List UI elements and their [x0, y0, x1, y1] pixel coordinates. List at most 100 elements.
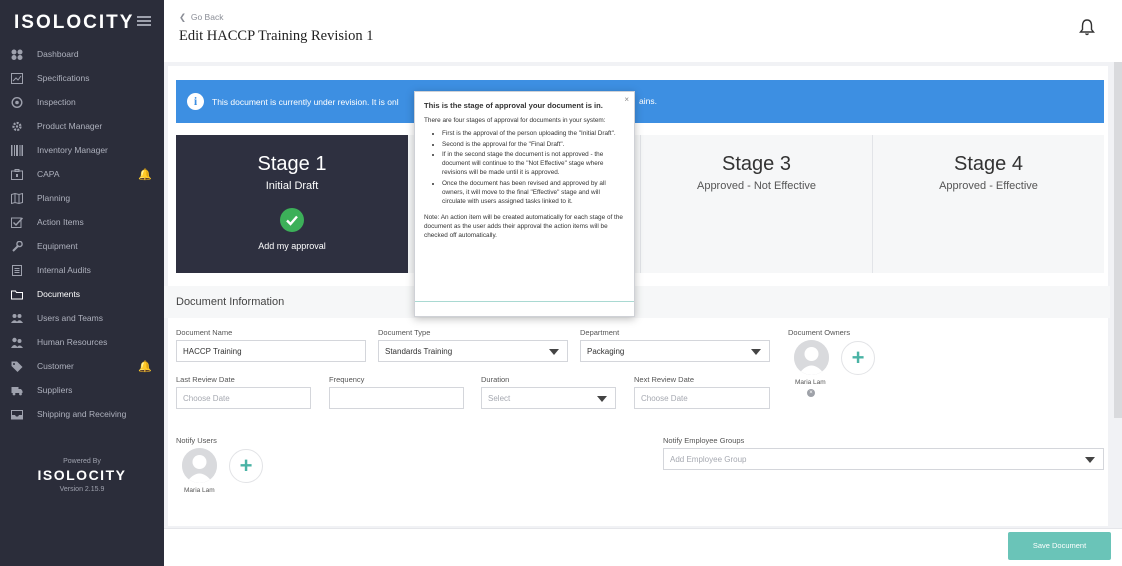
users-icon [11, 313, 23, 324]
stage-1-card: Stage 1 Initial Draft Add my approval [176, 135, 408, 273]
add-approval-button[interactable]: Add my approval [176, 241, 408, 251]
sidebar-item-label: Dashboard [37, 49, 79, 59]
truck-icon [11, 385, 23, 396]
stage-title: Stage 3 [722, 153, 791, 175]
stage-subtitle: Initial Draft [265, 180, 319, 192]
sidebar-item-label: Customer [37, 361, 74, 371]
sidebar-item-capa[interactable]: CAPA 🔔 [0, 162, 164, 186]
sidebar-item-product-manager[interactable]: Product Manager [0, 114, 164, 138]
list-item: First is the approval of the person uplo… [442, 129, 625, 138]
frequency-input[interactable] [329, 387, 464, 409]
chevron-down-icon [751, 349, 761, 355]
powered-by-logo: ISOLOCITY [37, 467, 127, 483]
go-back-link[interactable]: ❮ Go Back [179, 12, 223, 23]
sidebar-item-dashboard[interactable]: Dashboard [0, 42, 164, 66]
stage-subtitle: Approved - Not Effective [696, 180, 817, 192]
department-select[interactable]: Packaging [580, 340, 770, 362]
tag-icon [11, 361, 23, 372]
stage-subtitle: Approved - Effective [939, 180, 1038, 192]
go-back-label: Go Back [190, 12, 224, 22]
info-icon: i [187, 93, 204, 110]
sidebar-item-users-and-teams[interactable]: Users and Teams [0, 306, 164, 330]
sidebar-item-suppliers[interactable]: Suppliers [0, 378, 164, 402]
approval-stage-popover: × This is the stage of approval your doc… [414, 91, 635, 317]
capa-icon [11, 168, 23, 180]
inbox-icon [11, 409, 23, 420]
sidebar-item-customer[interactable]: Customer 🔔 [0, 354, 164, 378]
powered-by-label: Powered By [63, 458, 101, 465]
sidebar-item-label: Inspection [37, 97, 76, 107]
popover-list: First is the approval of the person uplo… [442, 129, 625, 206]
specifications-icon [11, 72, 23, 84]
alert-bell-icon: 🔔 [138, 361, 152, 373]
duration-select[interactable]: Select [481, 387, 616, 409]
document-icon [11, 264, 23, 276]
sidebar-item-documents[interactable]: Documents [0, 282, 164, 306]
alert-bell-icon: 🔔 [138, 169, 152, 181]
chevron-down-icon [597, 396, 607, 402]
sidebar-item-planning[interactable]: Planning [0, 186, 164, 210]
sidebar-item-label: Internal Audits [37, 265, 91, 275]
department-label: Department [580, 328, 620, 337]
chevron-down-icon [1085, 457, 1095, 463]
notify-user-name: Maria Lam [184, 487, 215, 494]
add-notify-user-button[interactable]: + [229, 449, 263, 483]
dashboard-icon [11, 49, 23, 60]
department-value: Packaging [587, 347, 625, 356]
chevron-left-icon: ❮ [179, 12, 187, 22]
banner-text: This document is currently under revisio… [212, 96, 399, 107]
sidebar-item-label: Users and Teams [37, 313, 103, 323]
stage-4-card: Stage 4 Approved - Effective [872, 135, 1104, 273]
checkbox-icon [11, 217, 24, 228]
save-document-button[interactable]: Save Document [1008, 532, 1111, 560]
page-footer [164, 528, 1122, 566]
popover-intro: There are four stages of approval for do… [424, 117, 606, 124]
approval-stages: Stage 1 Initial Draft Add my approval St… [176, 135, 1104, 273]
notifications-bell-icon[interactable] [1078, 18, 1096, 36]
check-circle-icon[interactable] [280, 208, 304, 232]
sidebar-item-inventory-manager[interactable]: Inventory Manager [0, 138, 164, 162]
notify-users-label: Notify Users [176, 436, 217, 445]
sidebar-item-label: Specifications [37, 73, 90, 83]
gear-icon [11, 121, 23, 132]
document-name-input[interactable]: HACCP Training [176, 340, 366, 362]
scrollbar[interactable] [1114, 62, 1122, 418]
sidebar-item-human-resources[interactable]: Human Resources [0, 330, 164, 354]
sidebar: ISOLOCITY Dashboard Specifications Inspe… [0, 0, 164, 566]
chevron-down-icon [549, 349, 559, 355]
human-resources-icon [11, 337, 23, 348]
list-item: If in the second stage the document is n… [442, 150, 625, 178]
sidebar-item-label: Action Items [37, 217, 84, 227]
popover-title: This is the stage of approval your docum… [424, 101, 603, 110]
sidebar-item-action-items[interactable]: Action Items [0, 210, 164, 234]
remove-owner-icon[interactable]: × [807, 389, 815, 397]
sidebar-item-specifications[interactable]: Specifications [0, 66, 164, 90]
inspection-icon [11, 96, 23, 108]
powered-by: Powered By ISOLOCITY Version 2.15.9 [0, 458, 164, 493]
sidebar-nav: Dashboard Specifications Inspection Prod… [0, 42, 164, 426]
folder-icon [11, 289, 23, 300]
last-review-date-input[interactable]: Choose Date [176, 387, 311, 409]
add-owner-button[interactable]: + [841, 341, 875, 375]
sidebar-item-label: Product Manager [37, 121, 103, 131]
next-review-date-input[interactable]: Choose Date [634, 387, 770, 409]
page-header: ❮ Go Back Edit HACCP Training Revision 1 [164, 0, 1122, 62]
sidebar-item-inspection[interactable]: Inspection [0, 90, 164, 114]
sidebar-item-internal-audits[interactable]: Internal Audits [0, 258, 164, 282]
app-logo[interactable]: ISOLOCITY [14, 12, 134, 34]
avatar [794, 340, 829, 375]
close-icon[interactable]: × [624, 94, 629, 106]
document-type-select[interactable]: Standards Training [378, 340, 568, 362]
sidebar-item-label: CAPA [37, 169, 60, 179]
employee-group-select[interactable]: Add Employee Group [663, 448, 1104, 470]
barcode-icon [11, 144, 23, 156]
sidebar-item-label: Suppliers [37, 385, 73, 395]
sidebar-item-shipping-and-receiving[interactable]: Shipping and Receiving [0, 402, 164, 426]
next-review-date-label: Next Review Date [634, 375, 695, 384]
owner-name: Maria Lam [795, 379, 826, 386]
sidebar-item-equipment[interactable]: Equipment [0, 234, 164, 258]
menu-toggle-icon[interactable] [137, 16, 151, 26]
sidebar-item-label: Equipment [37, 241, 78, 251]
last-review-date-label: Last Review Date [176, 375, 235, 384]
document-name-label: Document Name [176, 328, 233, 337]
